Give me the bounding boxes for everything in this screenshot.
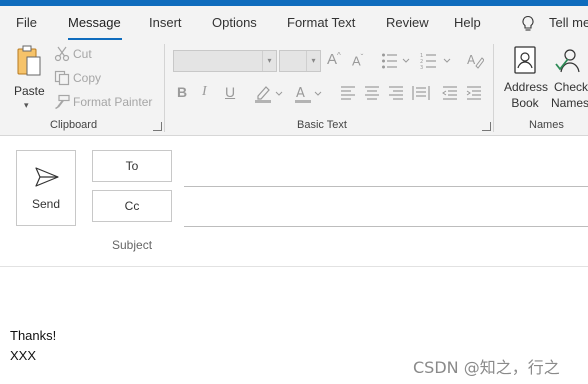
to-field[interactable] xyxy=(184,150,588,186)
paintbrush-icon xyxy=(55,94,70,110)
group-separator xyxy=(164,44,165,132)
underline-icon[interactable]: U xyxy=(225,84,235,100)
copy-icon xyxy=(54,70,70,86)
cut-button[interactable]: Cut xyxy=(54,46,124,64)
decrease-indent-icon[interactable] xyxy=(442,86,458,100)
tab-help[interactable]: Help xyxy=(454,15,481,30)
cc-field-underline xyxy=(184,226,588,227)
dialog-launcher-icon[interactable] xyxy=(482,122,491,131)
font-name-combo[interactable]: ▾ xyxy=(173,50,277,72)
bullets-icon[interactable] xyxy=(381,52,411,70)
body-line: XXX xyxy=(10,348,37,363)
compose-area: Send To Cc Subject Thanks! XXX CSDN @知之，… xyxy=(0,136,588,384)
align-left-icon[interactable] xyxy=(340,86,356,100)
align-right-icon[interactable] xyxy=(388,86,404,100)
header-body-divider xyxy=(0,266,588,267)
subject-label: Subject xyxy=(112,238,153,252)
clipboard-group-label: Clipboard xyxy=(50,119,98,131)
paste-icon xyxy=(17,45,41,76)
tab-format-text[interactable]: Format Text xyxy=(287,15,355,30)
bold-icon[interactable]: B xyxy=(177,84,187,100)
scissors-icon xyxy=(54,46,70,62)
tab-message[interactable]: Message xyxy=(68,15,121,30)
chevron-down-icon: ▾ xyxy=(306,51,320,71)
svg-text:3: 3 xyxy=(420,65,423,70)
increase-indent-icon[interactable] xyxy=(466,86,482,100)
copy-label: Copy xyxy=(73,71,102,85)
ribbon: Paste ▾ Cut Copy Format Painter Clipboar… xyxy=(0,40,588,136)
tell-me-search[interactable]: Tell me xyxy=(549,15,588,30)
tab-file[interactable]: File xyxy=(16,15,37,30)
paste-label: Paste xyxy=(14,84,45,98)
italic-icon[interactable]: I xyxy=(202,84,207,100)
copy-button[interactable]: Copy xyxy=(54,70,124,88)
lightbulb-icon[interactable] xyxy=(520,15,536,33)
ribbon-tabs: File Message Insert Options Format Text … xyxy=(0,6,588,40)
group-separator xyxy=(493,44,494,132)
check-names-label-line1: Check xyxy=(554,80,588,94)
align-center-icon[interactable] xyxy=(364,86,380,100)
numbering-icon[interactable]: 1 2 3 xyxy=(420,52,452,70)
body-line: Thanks! xyxy=(10,328,57,343)
to-button[interactable]: To xyxy=(92,150,172,182)
basic-text-group-label: Basic Text xyxy=(297,119,347,131)
subject-field[interactable] xyxy=(184,232,588,262)
svg-text:A: A xyxy=(296,86,305,101)
tab-insert[interactable]: Insert xyxy=(149,15,182,30)
address-book-label-line1: Address xyxy=(504,80,549,94)
highlight-icon[interactable] xyxy=(254,84,286,104)
check-names-icon xyxy=(555,49,580,73)
cut-label: Cut xyxy=(73,47,92,61)
send-button[interactable]: Send xyxy=(16,150,76,226)
tab-options[interactable]: Options xyxy=(212,15,257,30)
check-names-button[interactable]: Check Names xyxy=(550,44,588,114)
address-book-icon xyxy=(514,46,536,74)
font-color-icon[interactable]: A xyxy=(294,84,324,104)
chevron-down-icon: ▾ xyxy=(24,100,29,110)
send-label: Send xyxy=(31,197,61,211)
format-painter-button[interactable]: Format Painter xyxy=(54,94,158,112)
address-book-button[interactable]: Address Book xyxy=(503,44,549,114)
cc-field[interactable] xyxy=(184,190,588,226)
format-painter-label: Format Painter xyxy=(73,95,153,109)
names-group-label: Names xyxy=(529,119,564,131)
send-icon xyxy=(35,167,59,187)
dialog-launcher-icon[interactable] xyxy=(153,122,162,131)
to-field-underline xyxy=(184,186,588,187)
shrink-font-icon[interactable]: Aˇ xyxy=(352,53,363,68)
clear-formatting-icon[interactable]: A xyxy=(466,51,484,69)
tab-review[interactable]: Review xyxy=(386,15,429,30)
grow-font-icon[interactable]: A^ xyxy=(327,51,341,68)
address-book-label-line2: Book xyxy=(511,96,539,110)
font-size-combo[interactable]: ▾ xyxy=(279,50,321,72)
paste-button[interactable]: Paste ▾ xyxy=(8,44,50,110)
chevron-down-icon: ▾ xyxy=(262,51,276,71)
justify-icon[interactable] xyxy=(412,86,430,100)
svg-text:A: A xyxy=(467,53,476,67)
cc-button[interactable]: Cc xyxy=(92,190,172,222)
check-names-label-line2: Names xyxy=(551,96,588,110)
watermark: CSDN @知之，行之 xyxy=(413,358,560,377)
